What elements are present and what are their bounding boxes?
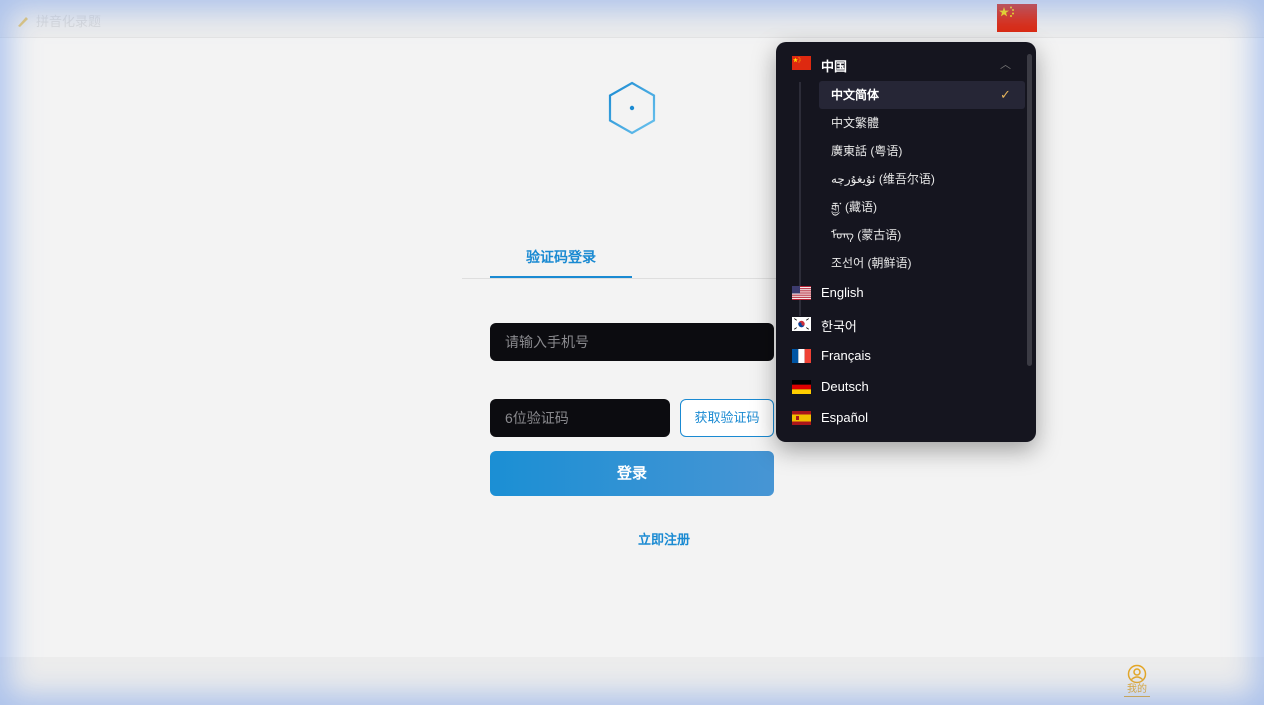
dropdown-scrollbar[interactable]: [1027, 54, 1032, 366]
sub-language-item[interactable]: 中文简体 ✓: [819, 81, 1025, 109]
chevron-up-icon: ︿: [1000, 59, 1011, 71]
language-flag-button[interactable]: [997, 4, 1037, 32]
language-item-english[interactable]: English: [776, 278, 1026, 308]
user-circle-icon: [1127, 664, 1147, 684]
cn-flag-icon: [792, 56, 811, 70]
cn-flag-icon: [997, 4, 1037, 32]
check-icon: ✓: [1000, 87, 1011, 102]
sub-language-label: 廣東話 (粤语): [831, 144, 903, 158]
login-button[interactable]: 登录: [490, 451, 774, 496]
language-dropdown: 中国 ︿ 中文简体 ✓ 中文繁體 廣東話 (粤语) ئۇيغۇرچە (维吾尔语…: [776, 42, 1036, 442]
app-title-text: 拼音化录题: [36, 14, 102, 29]
nav-item-mine[interactable]: 我的: [1124, 664, 1150, 697]
get-code-button[interactable]: 获取验证码: [680, 399, 774, 437]
language-item-korean[interactable]: 한국어: [776, 309, 1026, 339]
language-label: 한국어: [821, 319, 857, 334]
tab-sms-login[interactable]: 验证码登录: [490, 240, 632, 278]
us-flag-icon: [792, 286, 811, 300]
sub-language-item[interactable]: ᠮᠣᠩ (蒙古语): [819, 221, 1025, 249]
region-china[interactable]: 中国 ︿: [776, 50, 1026, 84]
fr-flag-icon: [792, 349, 811, 363]
sub-language-label: 조선어 (朝鲜语): [831, 256, 912, 270]
sub-language-label: 中文繁體: [831, 116, 880, 130]
scroll-up-icon[interactable]: [1026, 44, 1032, 50]
language-item-spanish[interactable]: Español: [776, 403, 1026, 433]
scroll-down-icon[interactable]: [1026, 432, 1032, 438]
brand-hexagon-logo: [606, 80, 658, 136]
kr-flag-icon: [792, 317, 811, 331]
sub-language-item[interactable]: 中文繁體: [819, 109, 1025, 137]
sub-language-label: ᠮᠣᠩ (蒙古语): [831, 228, 902, 242]
language-label: Deutsch: [821, 379, 869, 394]
app-title: 拼音化录题: [16, 11, 101, 30]
region-name: 中国: [821, 59, 848, 74]
phone-input[interactable]: [490, 323, 774, 361]
login-tabs: 验证码登录: [462, 240, 776, 279]
sub-language-item[interactable]: 廣東話 (粤语): [819, 137, 1025, 165]
sub-language-item[interactable]: ئۇيغۇرچە (维吾尔语): [819, 165, 1025, 193]
nav-item-mine-label: 我的: [1124, 684, 1150, 697]
bottom-nav-bar: [0, 657, 1264, 705]
app-logo-icon: [16, 14, 30, 28]
language-label: Français: [821, 348, 871, 363]
sub-language-label: 中文简体: [831, 88, 880, 102]
verification-code-input[interactable]: [490, 399, 670, 437]
language-label: Español: [821, 410, 868, 425]
de-flag-icon: [792, 380, 811, 394]
es-flag-icon: [792, 411, 811, 425]
language-item-french[interactable]: Français: [776, 341, 1026, 371]
sub-language-label: རྒྱ་ (藏语): [831, 200, 877, 214]
sub-language-item[interactable]: 조선어 (朝鲜语): [819, 249, 1025, 277]
sub-language-item[interactable]: རྒྱ་ (藏语): [819, 193, 1025, 221]
top-bar: 拼音化录题: [0, 0, 1264, 38]
register-link[interactable]: 立即注册: [638, 529, 690, 548]
sub-language-label: ئۇيغۇرچە (维吾尔语): [831, 172, 935, 186]
language-item-german[interactable]: Deutsch: [776, 372, 1026, 402]
language-label: English: [821, 285, 864, 300]
